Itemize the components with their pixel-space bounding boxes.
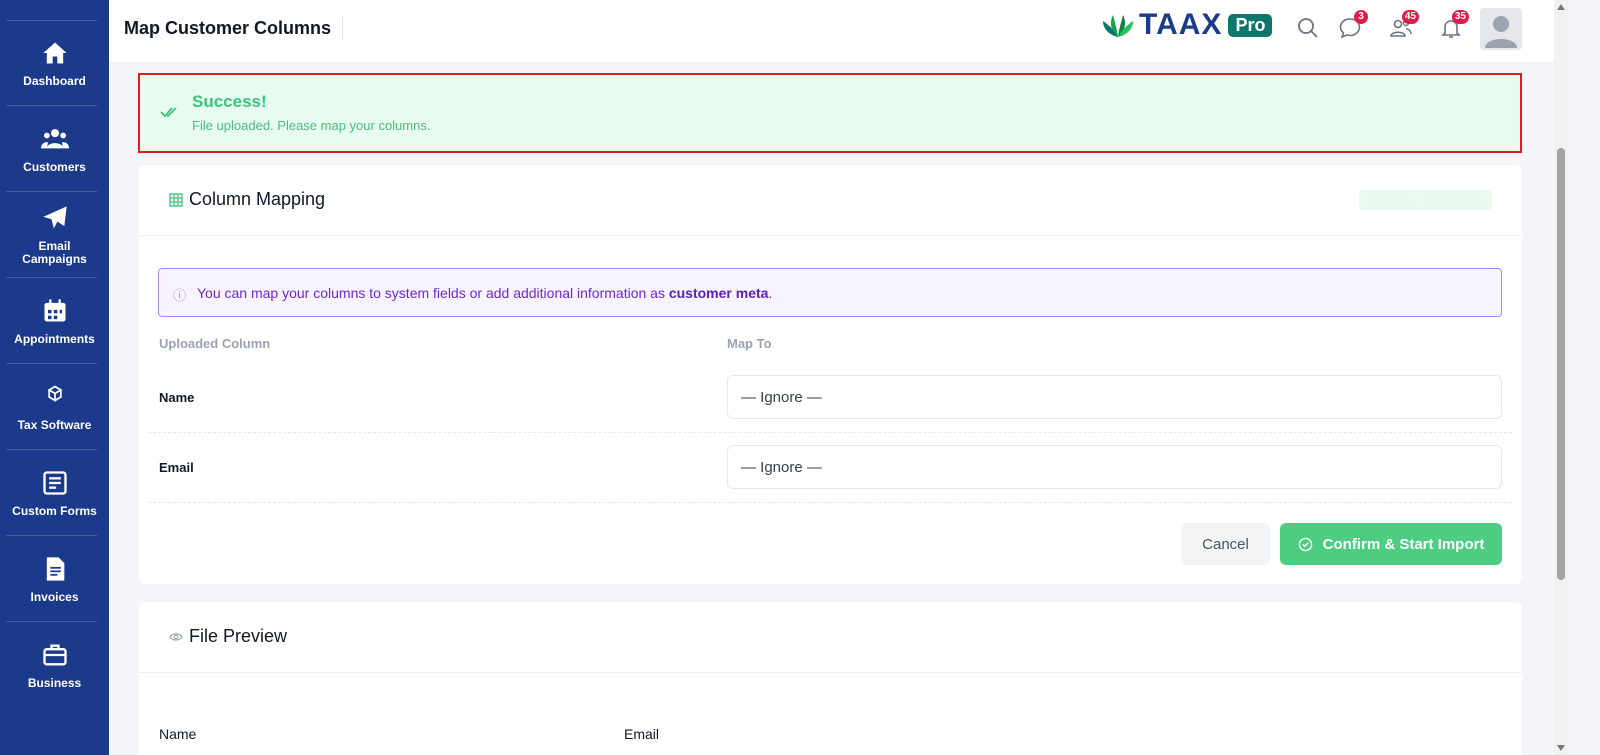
double-check-icon — [160, 107, 177, 118]
uploaded-column-header: Uploaded Column — [159, 336, 271, 351]
alert-message: File uploaded. Please map your columns. — [192, 118, 431, 133]
eye-icon — [169, 633, 183, 641]
sidebar-item-label: Tax Software — [17, 417, 92, 432]
calendar-icon — [44, 298, 65, 321]
sidebar-item-dashboard[interactable]: Dashboard — [0, 20, 109, 106]
brand-logo[interactable]: TAAX Pro — [1101, 8, 1273, 41]
sidebar-item-label: Appointments — [14, 331, 95, 346]
column-mapping-card: Column Mapping Contacts - Sheet1.csv ⓘ Y… — [139, 165, 1522, 584]
leaf-logo-icon — [1103, 15, 1133, 37]
search-icon[interactable] — [1296, 16, 1320, 40]
users-count-badge: 45 — [1401, 10, 1419, 24]
invoice-icon — [46, 556, 64, 581]
select-value: — Ignore — — [741, 389, 822, 406]
top-header: Map Customer Columns TAAX Pro 3 45 35 — [109, 0, 1554, 62]
sidebar-item-label: Business — [27, 675, 82, 690]
sidebar-item-tax-software[interactable]: Tax Software — [0, 364, 109, 450]
row-label-email: Email — [159, 460, 194, 475]
map-to-select-email[interactable]: — Ignore — — [727, 445, 1502, 489]
card-title: File Preview — [189, 626, 288, 646]
preview-column-header: Email — [624, 726, 660, 742]
card-header: Column Mapping Contacts - Sheet1.csv — [139, 165, 1522, 236]
row-label-name: Name — [159, 390, 195, 405]
cubes-icon — [46, 384, 63, 402]
logo-pro-badge: Pro — [1228, 13, 1273, 37]
sidebar: Dashboard Customers Email Campaigns Appo… — [0, 0, 109, 755]
user-avatar-icon — [1485, 16, 1517, 48]
sidebar-item-label: Custom Forms — [12, 503, 97, 518]
scroll-up-arrow-icon[interactable] — [1557, 4, 1565, 10]
select-value: — Ignore — — [741, 459, 822, 476]
scroll-down-arrow-icon[interactable] — [1557, 745, 1565, 751]
sidebar-item-appointments[interactable]: Appointments — [0, 278, 109, 364]
info-text: You can map your columns to system field… — [197, 285, 773, 301]
file-preview-card: File Preview Name Email — [139, 602, 1522, 755]
map-to-select-name[interactable]: — Ignore — — [727, 375, 1502, 419]
scrollbar-thumb[interactable] — [1557, 148, 1565, 580]
messages-count-badge: 3 — [1354, 10, 1368, 24]
success-alert: Success! File uploaded. Please map your … — [138, 73, 1522, 153]
info-banner: ⓘ You can map your columns to system fie… — [158, 268, 1502, 317]
card-title: Column Mapping — [189, 189, 326, 209]
preview-column-header: Name — [159, 726, 197, 742]
page-scrollbar[interactable] — [1554, 0, 1568, 755]
notifications-button[interactable]: 35 — [1439, 10, 1469, 40]
avatar[interactable] — [1480, 8, 1522, 50]
notifications-count-badge: 35 — [1451, 10, 1469, 24]
alert-title: Success! — [192, 92, 267, 111]
map-to-header: Map To — [727, 336, 772, 351]
page-title: Map Customer Columns — [124, 18, 332, 38]
sidebar-item-label: Invoices — [30, 589, 79, 604]
confirm-import-label: Confirm & Start Import — [1322, 535, 1485, 553]
sidebar-item-label: Customers — [23, 159, 86, 174]
users-icon — [40, 128, 69, 148]
briefcase-icon — [42, 644, 67, 665]
customer-meta-link[interactable]: customer meta — [669, 285, 769, 301]
sidebar-item-email-campaigns[interactable]: Email Campaigns — [0, 192, 109, 278]
sidebar-item-invoices[interactable]: Invoices — [0, 536, 109, 622]
sidebar-item-customers[interactable]: Customers — [0, 106, 109, 192]
sidebar-item-custom-forms[interactable]: Custom Forms — [0, 450, 109, 536]
file-name-tag: Contacts - Sheet1.csv — [1358, 190, 1492, 210]
sidebar-item-label: Dashboard — [23, 73, 86, 88]
sidebar-item-label: Email Campaigns — [22, 239, 87, 266]
sidebar-item-business[interactable]: Business — [0, 622, 109, 708]
user-requests-button[interactable]: 45 — [1389, 10, 1419, 40]
paper-plane-icon — [42, 206, 67, 229]
table-icon — [169, 193, 183, 207]
form-icon — [42, 470, 67, 495]
confirm-import-button[interactable]: Confirm & Start Import — [1280, 523, 1502, 565]
card-header: File Preview — [139, 602, 1522, 673]
cancel-button[interactable]: Cancel — [1181, 523, 1270, 565]
info-circle-icon: ⓘ — [173, 288, 187, 303]
home-icon — [42, 42, 67, 63]
messages-button[interactable]: 3 — [1338, 10, 1368, 40]
check-circle-icon — [1298, 537, 1312, 551]
logo-text: TAAX — [1139, 8, 1223, 41]
